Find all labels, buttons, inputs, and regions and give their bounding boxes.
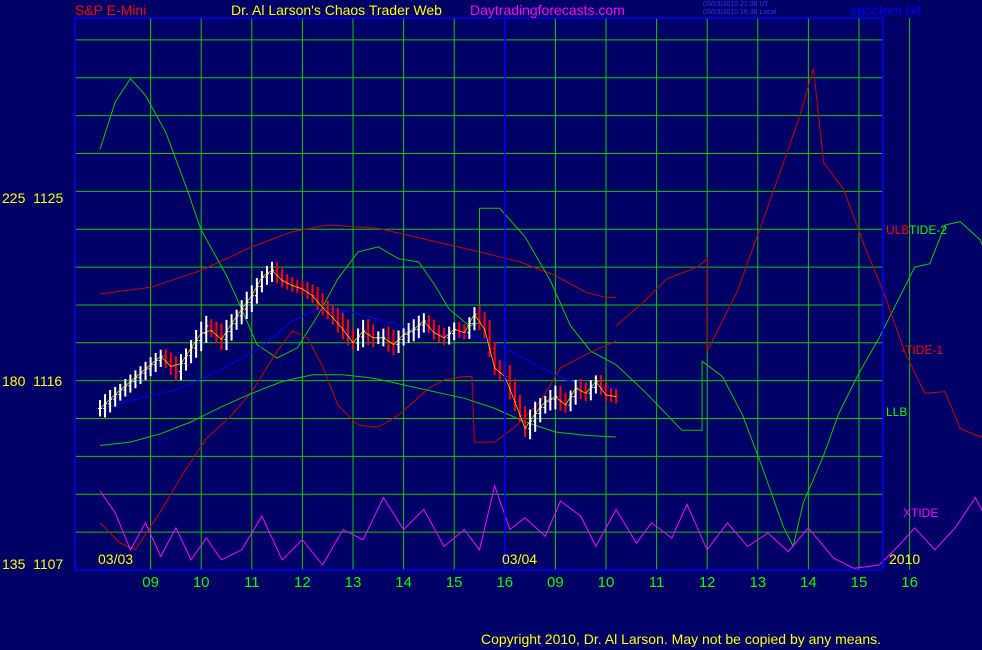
- x-tick-label: 14: [395, 574, 412, 591]
- series-xtide: [99, 484, 982, 569]
- data-file-name: spcctom.txt: [850, 2, 921, 18]
- y-price-1116: 1116: [33, 373, 63, 389]
- x-tick-label: 14: [800, 574, 817, 591]
- date-label-day2: 03/04: [502, 551, 538, 567]
- legend-xtide: XTIDE: [903, 506, 939, 520]
- instrument-title: S&P E-Mini: [75, 2, 147, 18]
- x-tick-label: 09: [142, 574, 159, 591]
- copyright-notice: Copyright 2010, Dr. Al Larson. May not b…: [481, 631, 882, 647]
- y-label-mid: 180 1116: [2, 373, 62, 389]
- website-link[interactable]: Daytradingforecasts.com: [470, 2, 625, 18]
- y-label-top: 225 1125: [2, 190, 63, 206]
- legend-tide2: TIDE-2: [909, 223, 948, 237]
- legend-tide1: -TIDE-1: [901, 343, 943, 357]
- x-tick-label: 13: [749, 574, 766, 591]
- x-tick-label: 12: [294, 574, 311, 591]
- x-tick-label: 16: [496, 574, 513, 591]
- y-price-1107: 1107: [33, 556, 64, 572]
- series-tide-1: [99, 330, 617, 551]
- x-tick-label: 13: [345, 574, 362, 591]
- series-tide-2: [99, 77, 617, 366]
- y-price-1125: 1125: [33, 190, 64, 206]
- year-label: 2010: [889, 551, 921, 567]
- x-tick-label: 15: [851, 574, 868, 591]
- x-tick-label: 11: [244, 574, 260, 591]
- series-avg: [99, 306, 617, 409]
- series-tide-1-forecast-: [615, 68, 982, 438]
- x-tick-label: 11: [649, 574, 665, 591]
- chaos-chart: 09 10 11 12 13 14 15 16 09 10 11 12 13 14 15 16: [74, 17, 982, 591]
- y-index-135: 135: [2, 556, 26, 572]
- x-tick-label: 10: [598, 574, 615, 591]
- timestamp-local: 03/03/2010 16:38 Local: [703, 9, 777, 16]
- x-tick-label: 10: [193, 574, 210, 591]
- x-tick-label: 16: [901, 574, 918, 591]
- timestamp-ut: 03/03/2010 21:38 UT: [703, 1, 769, 8]
- legend-llb: LLB: [886, 405, 908, 419]
- y-label-bottom: 135 1107: [2, 556, 63, 572]
- date-label-day1: 03/03: [98, 551, 134, 567]
- x-tick-label: 09: [547, 574, 564, 591]
- y-index-180: 180: [2, 373, 26, 389]
- series-tide-2-forecast-: [615, 221, 982, 548]
- legend-ulb: ULB: [886, 223, 910, 237]
- timestamps: 03/03/2010 21:38 UT 03/03/2010 16:38 Loc…: [703, 1, 776, 17]
- series-llb: [99, 374, 617, 446]
- chart-grid: 09 10 11 12 13 14 15 16 09 10 11 12 13 14 15 16: [75, 18, 918, 591]
- x-tick-label: 15: [446, 574, 463, 591]
- x-tick-label: 12: [699, 574, 716, 591]
- y-index-225: 225: [2, 190, 26, 206]
- chart-title: Dr. Al Larson's Chaos Trader Web: [231, 2, 442, 18]
- price-bars: [98, 261, 619, 440]
